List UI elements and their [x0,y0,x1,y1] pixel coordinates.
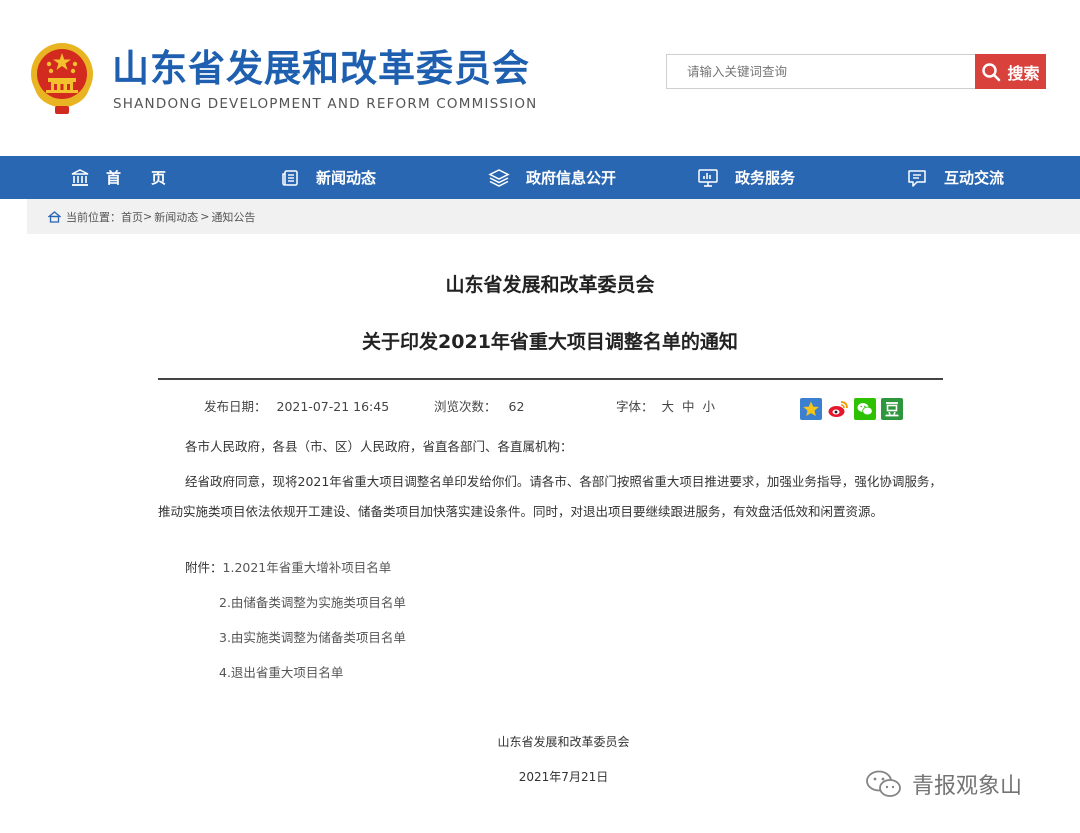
signature: 山东省发展和改革委员会 [497,735,630,749]
site-subtitle: SHANDONG DEVELOPMENT AND REFORM COMMISSI… [113,96,538,112]
attachment-4: 4.退出省重大项目名单 [219,659,343,687]
publish-date-label: 发布日期： [204,399,267,414]
breadcrumb-news[interactable]: 新闻动态 [154,209,198,225]
view-count-value: 62 [508,399,525,414]
view-count-label: 浏览次数： [434,399,497,414]
attachment-link-1[interactable]: 1.2021年省重大增补项目名单 [223,560,392,575]
breadcrumb: 当前位置： 首页 > 新闻动态 > 通知公告 [27,199,1080,234]
nav-label-services: 政务服务 [735,169,796,187]
attachment-link-4[interactable]: 4.退出省重大项目名单 [219,665,343,680]
font-size-large[interactable]: 大 [662,399,675,414]
layers-icon [488,168,510,187]
attachment-1: 附件：1.2021年省重大增补项目名单 [185,554,391,582]
breadcrumb-home[interactable]: 首页 [121,209,143,225]
breadcrumb-notices[interactable]: 通知公告 [211,209,255,225]
publish-date-value: 2021-07-21 16:45 [276,399,390,414]
font-size-medium[interactable]: 中 [682,399,695,414]
nav-label-home: 首 页 [106,169,167,187]
chat-icon [908,169,926,187]
douban-icon [885,402,899,417]
nav-item-interaction[interactable]: 互动交流 [906,156,1004,199]
breadcrumb-separator: > [200,210,210,223]
nav-item-news[interactable]: 新闻动态 [280,156,376,199]
share-wechat-button[interactable] [854,398,876,420]
nav-label-interaction: 互动交流 [944,169,1005,187]
share-bar [800,398,903,420]
search-input[interactable] [667,55,975,88]
attachment-3: 3.由实施类调整为储备类项目名单 [219,624,406,652]
weibo-icon [828,401,848,417]
news-icon [282,169,298,186]
watermark: 青报观象山 [864,768,1022,800]
attachment-2: 2.由储备类调整为实施类项目名单 [219,589,406,617]
article-title: 关于印发2021年省重大项目调整名单的通知 [362,331,738,353]
view-count: 浏览次数： 62 [434,396,524,415]
attachment-link-2[interactable]: 2.由储备类调整为实施类项目名单 [219,595,406,610]
breadcrumb-prefix: 当前位置： [66,210,121,224]
font-size-small[interactable]: 小 [703,399,716,414]
share-weibo-button[interactable] [827,398,849,420]
nav-item-services[interactable]: 政务服务 [697,156,795,199]
nav-label-gov-info: 政府信息公开 [526,169,617,187]
share-douban-button[interactable] [881,398,903,420]
salutation: 各市人民政府，各县（市、区）人民政府，省直各部门、各直属机构： [185,439,573,454]
site-title[interactable]: 山东省发展和改革委员会 [112,44,530,94]
article-title-issuer: 山东省发展和改革委员会 [445,274,655,296]
national-emblem-icon [31,43,93,114]
article-body: 经省政府同意，现将2021年省重大项目调整名单印发给你们。请各市、各部门按照省重… [158,474,942,519]
home-icon [48,210,61,223]
title-divider [158,378,943,380]
site-header: 山东省发展和改革委员会 SHANDONG DEVELOPMENT AND REF… [0,0,1080,156]
qzone-star-icon [803,401,819,416]
search-button-label: 搜索 [1007,63,1040,83]
nav-item-home[interactable]: 首 页 [70,156,166,199]
nav-item-gov-info[interactable]: 政府信息公开 [488,156,616,199]
search-box [666,54,975,89]
search-icon [982,62,1001,81]
nav-label-news: 新闻动态 [316,169,377,187]
attachment-link-3[interactable]: 3.由实施类调整为储备类项目名单 [219,630,406,645]
font-size-switcher: 字体： 大 中 小 [616,396,715,415]
publish-date: 发布日期： 2021-07-21 16:45 [204,396,389,415]
main-nav: 首 页 新闻动态 政府信息公开 政务服务 互动交流 [0,156,1080,199]
font-size-label: 字体： [616,399,654,414]
wechat-outline-icon [866,770,901,797]
share-qzone-button[interactable] [800,398,822,420]
monitor-icon [698,168,718,187]
watermark-text: 青报观象山 [912,774,1023,799]
attachments-label: 附件： [185,560,223,575]
wechat-icon [857,403,873,416]
building-icon [71,168,89,186]
search-button[interactable]: 搜索 [975,54,1046,89]
breadcrumb-separator: > [143,210,153,223]
